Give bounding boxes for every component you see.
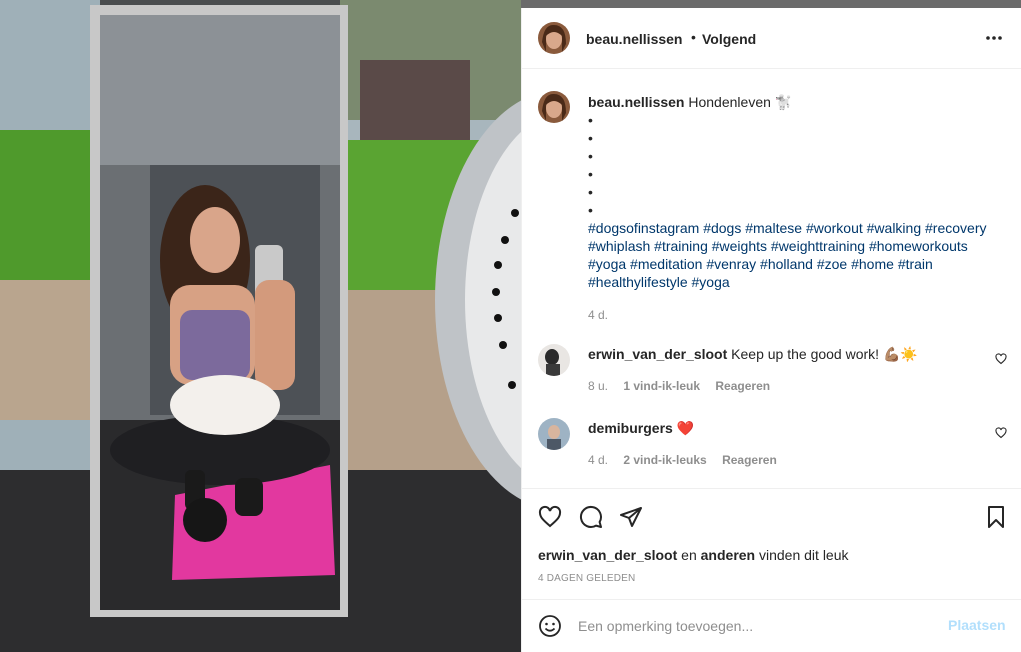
bullet-line — [588, 201, 988, 219]
hashtag-link[interactable]: #homeworkouts — [869, 238, 968, 254]
comment-time[interactable]: 4 d. — [588, 453, 608, 467]
hashtag-link[interactable]: #whiplash — [588, 238, 650, 254]
browser-top-strip — [521, 0, 1021, 8]
heart-icon[interactable] — [538, 505, 562, 529]
more-horizontal-icon[interactable] — [984, 28, 1004, 48]
post-comment-button[interactable]: Plaatsen — [948, 617, 1006, 633]
hashtag-link[interactable]: #zoe — [817, 256, 847, 272]
caption-bullets — [588, 111, 988, 219]
commenter-username[interactable]: demiburgers — [588, 420, 673, 436]
comment-text: ❤️ — [676, 420, 695, 436]
smiley-icon[interactable] — [538, 614, 562, 638]
hashtag-link[interactable]: #dogs — [703, 220, 741, 236]
post-side-panel: beau.nellissen • Volgend beau.nellissen … — [521, 8, 1021, 652]
hashtag-link[interactable]: #train — [898, 256, 933, 272]
comment-meta: 4 d. 2 vind-ik-leuks Reageren — [588, 453, 789, 467]
hashtag-link[interactable]: #weights — [712, 238, 767, 254]
hashtag-link[interactable]: #yoga — [692, 274, 730, 290]
author-username[interactable]: beau.nellissen — [586, 31, 682, 47]
caption-time[interactable]: 4 d. — [588, 306, 988, 324]
commenter-username[interactable]: erwin_van_der_sloot — [588, 346, 727, 362]
reply-button[interactable]: Reageren — [715, 379, 770, 393]
commenter-avatar[interactable] — [538, 344, 570, 376]
author-avatar[interactable] — [538, 22, 570, 54]
bullet-line — [588, 129, 988, 147]
hashtag-link[interactable]: #healthylifestyle — [588, 274, 688, 290]
bullet-line — [588, 111, 988, 129]
hashtag-link[interactable]: #home — [851, 256, 894, 272]
hashtag-link[interactable]: #workout — [806, 220, 863, 236]
hashtag-link[interactable]: #weighttraining — [771, 238, 865, 254]
comment-bubble-icon[interactable] — [579, 505, 603, 529]
hashtag-link[interactable]: #holland — [760, 256, 813, 272]
paper-plane-icon[interactable] — [619, 505, 643, 529]
bullet-line — [588, 183, 988, 201]
likes-suffix: vinden dit leuk — [759, 547, 849, 563]
comment-likes[interactable]: 2 vind-ik-leuks — [623, 453, 706, 467]
hashtag-link[interactable]: #walking — [867, 220, 921, 236]
likes-user[interactable]: erwin_van_der_sloot — [538, 547, 677, 563]
caption-author-avatar[interactable] — [538, 91, 570, 123]
follow-button[interactable]: Volgend — [702, 31, 756, 47]
separator-dot: • — [691, 29, 696, 45]
hashtag-link[interactable]: #yoga — [588, 256, 626, 272]
comment-likes[interactable]: 1 vind-ik-leuk — [623, 379, 700, 393]
hashtag-list: #dogsofinstagram #dogs #maltese #workout… — [588, 219, 988, 291]
hashtag-link[interactable]: #training — [654, 238, 708, 254]
caption-text: Hondenleven 🐩 — [688, 94, 793, 110]
comment-input[interactable] — [578, 613, 928, 639]
likes-others[interactable]: anderen — [701, 547, 755, 563]
comment-text: Keep up the good work! 💪🏽☀️ — [731, 346, 918, 362]
comment-meta: 8 u. 1 vind-ik-leuk Reageren — [588, 379, 782, 393]
hashtag-link[interactable]: #recovery — [925, 220, 986, 236]
post-image — [0, 0, 521, 652]
comment-like-heart-icon[interactable] — [995, 427, 1007, 439]
bullet-line — [588, 147, 988, 165]
reply-button[interactable]: Reageren — [722, 453, 777, 467]
bullet-line — [588, 165, 988, 183]
caption-username[interactable]: beau.nellissen — [588, 94, 684, 110]
hashtag-link[interactable]: #dogsofinstagram — [588, 220, 699, 236]
add-comment-bar: Plaatsen — [522, 599, 1021, 652]
likes-joiner: en — [681, 547, 697, 563]
commenter-avatar[interactable] — [538, 418, 570, 450]
bookmark-icon[interactable] — [984, 505, 1008, 529]
comment-like-heart-icon[interactable] — [995, 353, 1007, 365]
hashtag-link[interactable]: #meditation — [630, 256, 702, 272]
post-date[interactable]: 4 DAGEN GELEDEN — [538, 573, 635, 584]
hashtag-link[interactable]: #venray — [706, 256, 756, 272]
post-header: beau.nellissen • Volgend — [522, 8, 1021, 69]
post-photo[interactable] — [0, 0, 521, 652]
comment-time[interactable]: 8 u. — [588, 379, 608, 393]
likes-summary: erwin_van_der_sloot en anderen vinden di… — [538, 547, 849, 563]
hashtag-link[interactable]: #maltese — [745, 220, 802, 236]
